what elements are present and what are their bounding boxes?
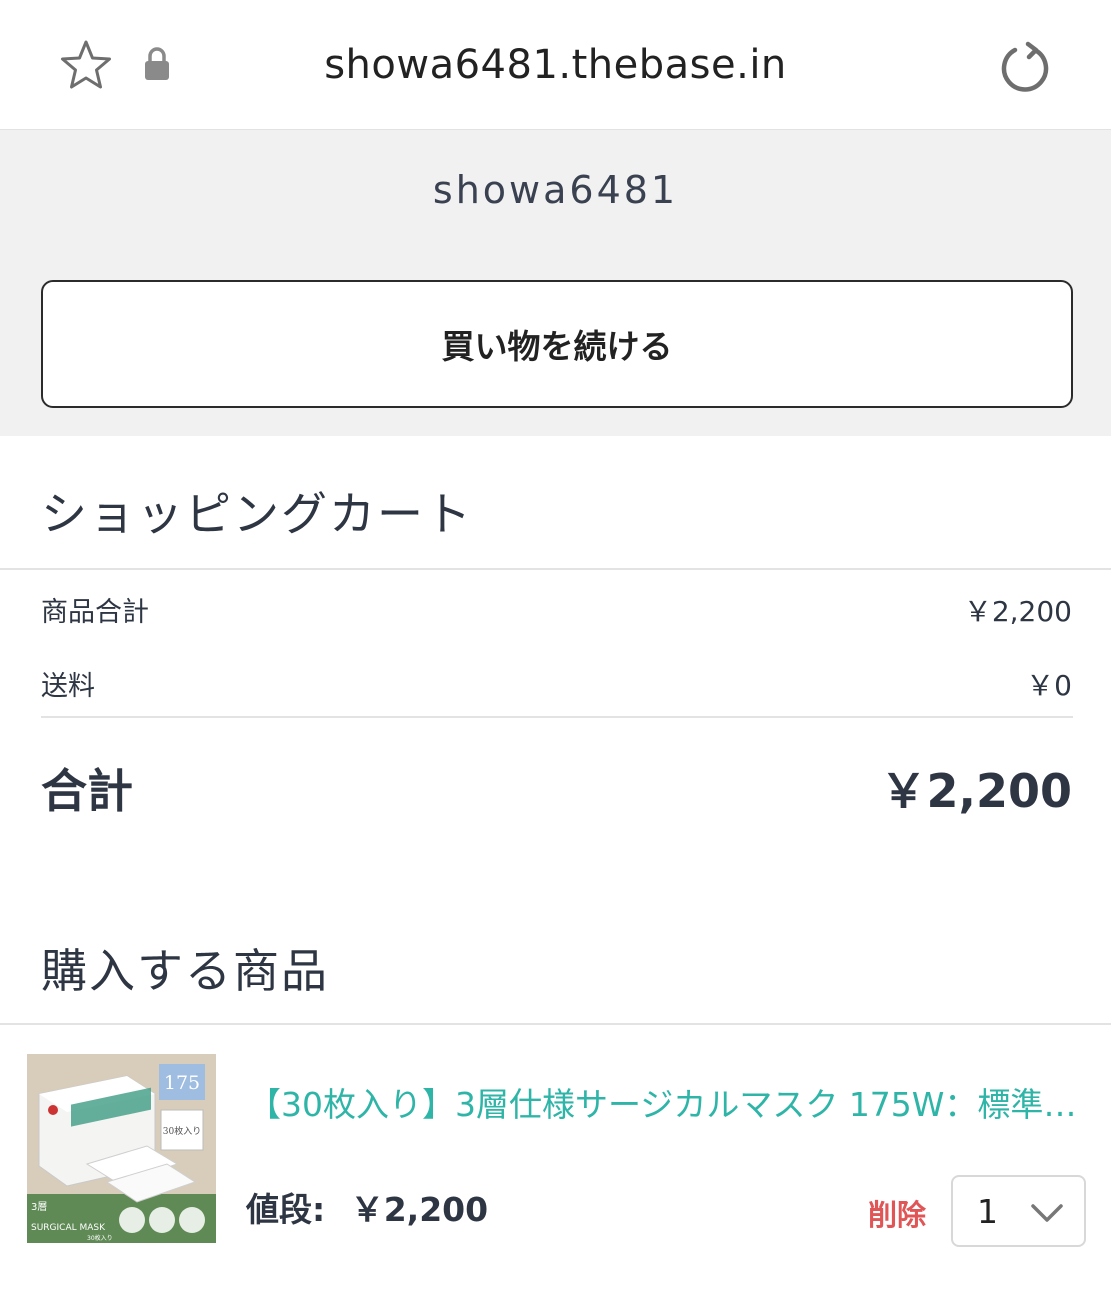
products-title: 購入する商品 [41, 944, 329, 998]
reload-icon[interactable] [998, 40, 1052, 94]
thumb-count-text: 30枚入り [163, 1125, 201, 1137]
products-divider [0, 1023, 1111, 1025]
continue-shopping-button[interactable]: 買い物を続ける [41, 280, 1073, 408]
shipping-value: ￥0 [1026, 669, 1072, 702]
price-value: ￥2,200 [350, 1190, 489, 1229]
product-name-link[interactable]: 【30枚入り】3層仕様サージカルマスク 175W：標準サイズ [248, 1078, 1088, 1126]
thumb-layers-text: 3層 [31, 1201, 47, 1213]
browser-url-bar: showa6481.thebase.in [0, 0, 1111, 130]
total-label: 合計 [41, 764, 133, 818]
summary-divider [41, 716, 1073, 718]
quantity-select[interactable]: 1 [951, 1175, 1086, 1247]
total-value: ￥2,200 [880, 764, 1072, 818]
subtotal-value: ￥2,200 [963, 595, 1072, 628]
thumb-sub-text: 30枚入り [87, 1234, 113, 1242]
shop-name[interactable]: showa6481 [0, 168, 1111, 212]
thumb-size-text: 175 [164, 1072, 200, 1094]
url-text[interactable]: showa6481.thebase.in [0, 42, 1111, 88]
subtotal-label: 商品合計 [41, 597, 149, 628]
price-row: 値段: ￥2,200 [246, 1183, 488, 1231]
delete-button[interactable]: 削除 [868, 1192, 926, 1234]
chevron-down-icon [1031, 1204, 1063, 1222]
quantity-value: 1 [977, 1192, 998, 1231]
price-label: 値段: [246, 1190, 326, 1229]
thumb-name-text: SURGICAL MASK [31, 1223, 106, 1233]
shipping-label: 送料 [41, 671, 95, 702]
shop-header: showa6481 買い物を続ける [0, 130, 1111, 436]
cart-title: ショッピングカート [41, 487, 473, 541]
product-thumbnail[interactable]: 175 30枚入り 3層 SURGICAL MASK 30枚入り [27, 1054, 216, 1243]
cart-divider [0, 568, 1111, 570]
